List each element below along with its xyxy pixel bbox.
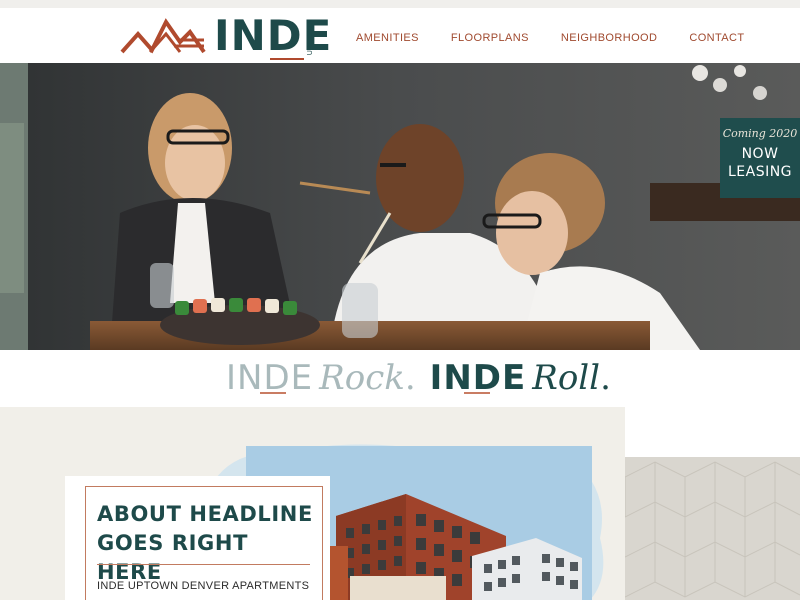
nav-contact[interactable]: CONTACT xyxy=(689,32,744,44)
tagline: INDE Rock . INDE Roll . xyxy=(226,358,611,402)
nav-amenities[interactable]: AMENITIES xyxy=(356,32,419,44)
tagline-brand-a-prefix: IN xyxy=(226,358,264,398)
now-leasing-badge[interactable]: Coming 2020 NOW LEASING xyxy=(720,118,800,198)
tagline-brand-b: INDE xyxy=(430,358,527,398)
brand-sub: UPTOWN xyxy=(306,18,314,56)
brand-logo[interactable]: INDE UPTOWN xyxy=(120,12,331,62)
tagline-underline-b xyxy=(463,392,490,394)
tagline-word-roll: Roll xyxy=(532,358,601,398)
badge-now: NOW xyxy=(741,146,779,162)
about-divider xyxy=(97,564,310,565)
badge-leasing: LEASING xyxy=(727,164,793,180)
tagline-underline-a xyxy=(260,392,286,394)
about-headline: ABOUT HEADLINE GOES RIGHT HERE xyxy=(97,502,313,584)
tagline-word-rock: Rock xyxy=(319,358,405,398)
tagline-dot-b: . xyxy=(600,358,611,398)
cube-pattern-icon xyxy=(625,461,800,598)
tagline-band: INDE Rock . INDE Roll . xyxy=(0,350,800,407)
hero-photo xyxy=(0,63,800,350)
tagline-dot-a: . xyxy=(404,358,416,398)
brand-name-suffix: DE xyxy=(266,11,333,60)
brand-underline xyxy=(270,58,304,60)
site-header: INDE UPTOWN AMENITIES FLOORPLANS NEIGHBO… xyxy=(0,8,800,63)
main-nav: AMENITIES FLOORPLANS NEIGHBORHOOD CONTAC… xyxy=(356,32,745,44)
hero-image xyxy=(0,63,800,350)
brand-wordmark: INDE xyxy=(214,14,332,58)
nav-neighborhood[interactable]: NEIGHBORHOOD xyxy=(561,32,657,44)
about-subhead: INDE UPTOWN DENVER APARTMENTS xyxy=(97,580,310,592)
geometric-pattern xyxy=(625,457,800,600)
tagline-brand-a: INDE xyxy=(226,358,313,398)
badge-coming: Coming 2020 xyxy=(722,127,798,140)
nav-floorplans[interactable]: FLOORPLANS xyxy=(451,32,529,44)
mountain-logo-icon xyxy=(120,18,206,54)
top-strip xyxy=(0,0,800,8)
brand-name-prefix: IN xyxy=(214,11,267,60)
